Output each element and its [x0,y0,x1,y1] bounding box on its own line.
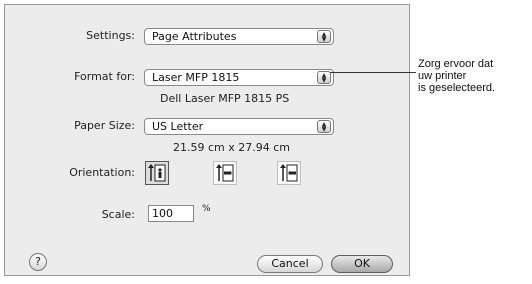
annotation-line: uw printer [418,70,467,82]
popup-arrows-icon: ▲ ▼ [317,71,331,84]
callout-line [330,72,416,73]
format-for-label: Format for: [74,70,135,83]
settings-popup-value: Page Attributes [152,30,237,43]
orientation-reverse-landscape-button[interactable] [277,161,301,185]
orientation-portrait-button[interactable] [145,161,169,185]
help-button[interactable]: ? [29,253,47,271]
page-setup-dialog: Settings: Page Attributes ▲ ▼ Format for:… [4,4,410,276]
portrait-orientation-icon [148,164,166,182]
scale-unit: % [202,204,211,214]
paper-dimensions: 21.59 cm x 27.94 cm [173,141,291,154]
settings-popup[interactable]: Page Attributes ▲ ▼ [144,28,334,45]
orientation-label: Orientation: [69,166,135,179]
orientation-landscape-button[interactable] [213,161,237,185]
popup-arrows-icon: ▲ ▼ [317,120,331,133]
popup-arrows-icon: ▲ ▼ [317,30,331,43]
format-for-popup[interactable]: Laser MFP 1815 ▲ ▼ [144,69,334,86]
reverse-landscape-orientation-icon [280,164,298,182]
settings-label: Settings: [86,29,135,42]
annotation-line: is geselecteerd. [418,82,496,94]
printer-description: Dell Laser MFP 1815 PS [160,92,290,105]
scale-input[interactable]: 100 [148,205,194,222]
annotation-line: Zorg ervoor dat [418,58,494,70]
landscape-orientation-icon [216,164,234,182]
scale-label: Scale: [101,208,135,221]
paper-size-label: Paper Size: [74,119,135,132]
cancel-button[interactable]: Cancel [257,255,323,273]
callout-annotation: Zorg ervoor dat uw printer is geselectee… [418,58,495,94]
format-for-popup-value: Laser MFP 1815 [152,71,240,84]
paper-size-popup-value: US Letter [152,120,204,133]
ok-button[interactable]: OK [331,255,393,273]
paper-size-popup[interactable]: US Letter ▲ ▼ [144,118,334,135]
